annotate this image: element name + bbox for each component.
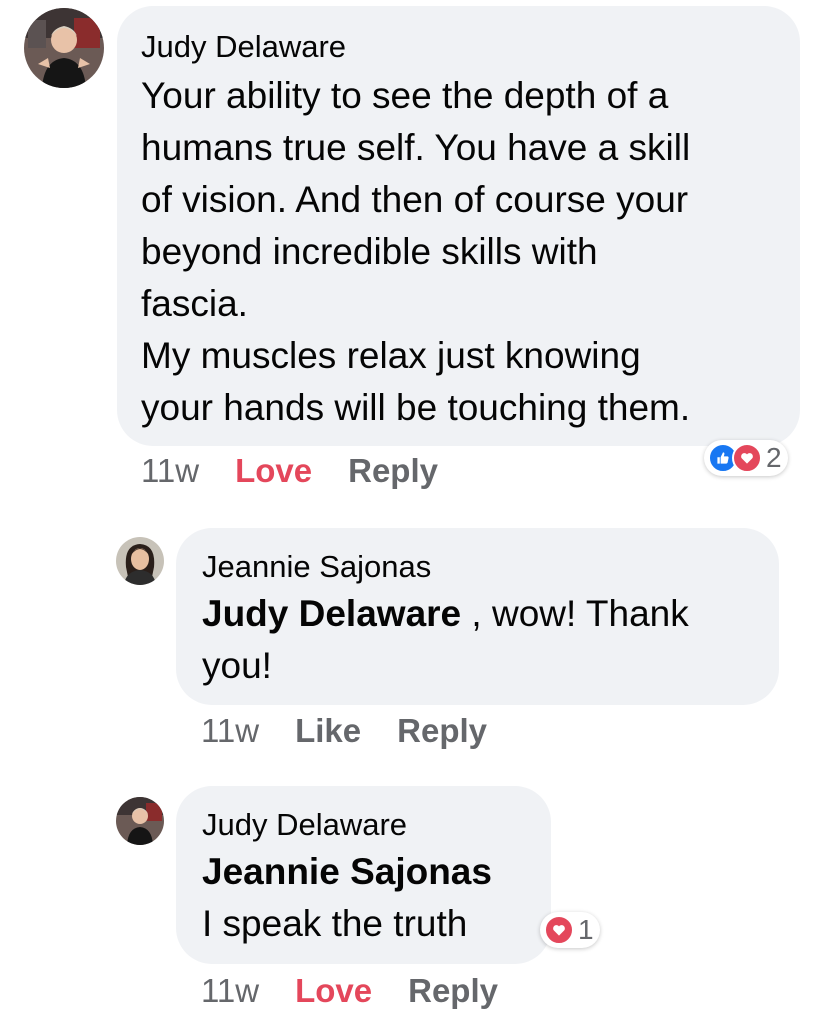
- avatar-judy-delaware[interactable]: [24, 8, 104, 88]
- comment-author-name[interactable]: Judy Delaware: [141, 28, 800, 66]
- comment-timestamp[interactable]: 11w: [201, 972, 259, 1010]
- comment-bubble: Judy Delaware Jeannie Sajonas I speak th…: [176, 786, 551, 964]
- mention-link[interactable]: Judy Delaware: [202, 593, 461, 634]
- comment-actions: 11w Love Reply: [141, 452, 474, 490]
- comment-text: Jeannie Sajonas I speak the truth: [202, 846, 551, 950]
- reply-button[interactable]: Reply: [348, 452, 438, 490]
- reaction-count: 1: [578, 914, 594, 945]
- comment-thread: Judy Delaware Your ability to see the de…: [0, 0, 828, 1017]
- love-icon: [544, 915, 574, 945]
- comment-timestamp[interactable]: 11w: [141, 452, 199, 490]
- comment-bubble: Judy Delaware Your ability to see the de…: [117, 6, 800, 446]
- reaction-count: 2: [766, 442, 782, 473]
- user-avatar-photo-icon: [24, 8, 104, 88]
- comment-actions: 11w Love Reply: [201, 972, 534, 1010]
- comment-author-name[interactable]: Judy Delaware: [202, 806, 551, 844]
- comment-bubble: Jeannie Sajonas Judy Delaware , wow! Tha…: [176, 528, 779, 705]
- comment-author-name[interactable]: Jeannie Sajonas: [202, 548, 779, 586]
- comment-text: Judy Delaware , wow! Thank you!: [202, 593, 689, 686]
- like-button[interactable]: Like: [295, 712, 361, 750]
- love-icon: [732, 443, 762, 473]
- avatar-jeannie-sajonas[interactable]: [116, 537, 164, 585]
- reaction-summary[interactable]: 1: [540, 912, 600, 948]
- reply-button[interactable]: Reply: [397, 712, 487, 750]
- reaction-summary[interactable]: 2: [704, 440, 788, 476]
- reply-button[interactable]: Reply: [408, 972, 498, 1010]
- comment-timestamp[interactable]: 11w: [201, 712, 259, 750]
- mention-link[interactable]: Jeannie Sajonas: [202, 846, 551, 898]
- user-avatar-photo-icon: [116, 537, 164, 585]
- love-reaction-button[interactable]: Love: [235, 452, 312, 490]
- love-reaction-button[interactable]: Love: [295, 972, 372, 1010]
- comment-text: Your ability to see the depth of a human…: [141, 75, 691, 428]
- avatar-judy-delaware[interactable]: [116, 797, 164, 845]
- comment-actions: 11w Like Reply: [201, 712, 523, 750]
- user-avatar-photo-icon: [116, 797, 164, 845]
